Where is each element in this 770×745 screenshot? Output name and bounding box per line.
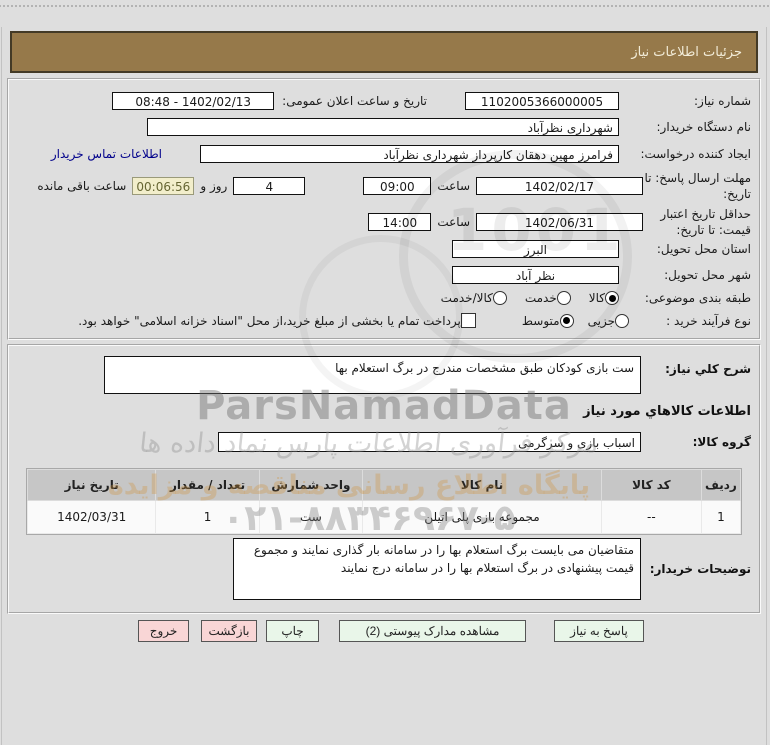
radio-goods-service-label: کالا/خدمت [441,291,494,305]
price-validity-hour-label: ساعت [438,215,471,230]
col-row-number: ردیف [701,469,743,501]
deadline-hour-field[interactable]: 09:00 [364,177,433,196]
view-attachments-button[interactable]: مشاهده مدارک پیوستی (2) [340,620,527,642]
goods-table: ردیف کد کالا نام کالا واحد شمارش تعداد /… [27,468,743,535]
city-label: شهر محل تحویل: [665,268,752,282]
cell-goods-name: مجموعه بازی پلی اتیلن [363,500,603,534]
top-dotted-divider [0,5,770,7]
deadline-days-field[interactable]: 4 [234,177,307,196]
col-goods-code: کد کالا [601,469,703,501]
price-validity-hour-field[interactable]: 14:00 [369,213,433,232]
radio-service[interactable] [557,291,572,305]
need-desc-label: شرح كلي نیاز: [666,362,752,376]
radio-goods-service[interactable] [493,291,508,305]
goods-table-row[interactable]: 1 -- مجموعه بازی پلی اتیلن ست 1 1402/03/… [27,500,743,534]
action-button-row: پاسخ به نیاز مشاهده مدارک پیوستی (2) چاپ… [130,620,645,642]
deadline-date-field[interactable]: 1402/02/17 [477,177,644,196]
buyer-org-label: نام دستگاه خریدار: [657,120,753,134]
back-button[interactable]: بازگشت [202,620,258,642]
buyer-contact-link[interactable]: اطلاعات تماس خریدار [52,147,163,161]
respond-button[interactable]: پاسخ به نیاز [555,620,645,642]
goods-group-field[interactable]: اسباب بازی و سرگرمی [219,432,642,452]
province-label: استان محل تحویل: [657,242,752,256]
page-title: جزئیات اطلاعات نیاز [632,44,743,60]
print-button[interactable]: چاپ [267,620,320,642]
radio-service-label: خدمت [525,291,558,305]
col-goods-name: نام کالا [363,469,603,501]
col-count-unit: واحد شمارش [259,469,365,501]
radio-minor[interactable] [616,313,630,328]
cell-quantity: 1 [156,500,261,534]
exit-button[interactable]: خروج [139,620,190,642]
col-need-date: تاریخ نیاز [27,469,158,501]
price-validity-label: حداقل تاریخ اعتبار قیمت: تا تاریخ: [661,207,752,238]
radio-medium-label: متوسط [522,313,561,328]
goods-panel: شرح كلي نیاز: ست بازی کودکان طبق مشخصات … [8,344,762,614]
cell-goods-code: -- [601,500,703,534]
process-type-label: نوع فرآیند خرید : [667,313,752,328]
buyer-notes-field[interactable]: متقاضیان می بایست برگ استعلام بها را در … [234,538,642,600]
countdown-label: ساعت باقی مانده [38,179,128,194]
goods-group-label: گروه کالا: [693,435,752,449]
treasury-checkbox[interactable] [461,313,477,328]
radio-medium[interactable] [560,313,575,328]
buyer-notes-label: توضیحات خریدار: [650,562,752,576]
price-validity-date-field[interactable]: 1402/06/31 [477,213,644,232]
goods-table-header-row: ردیف کد کالا نام کالا واحد شمارش تعداد /… [27,469,743,501]
deadline-days-label: روز و [201,179,229,194]
announce-field[interactable]: 08:48 - 1402/02/13 [113,92,276,110]
treasury-note: پرداخت تمام یا بخشی از مبلغ خرید،از محل … [79,313,462,328]
creator-label: ایجاد کننده درخواست: [641,147,752,161]
city-field[interactable]: نظر آباد [453,266,620,284]
cell-row-number: 1 [701,500,743,534]
deadline-label: مهلت ارسال پاسخ: تا تاریخ: [645,171,752,202]
radio-minor-label: جزیی [588,313,616,328]
need-number-field[interactable]: 1102005366000005 [466,92,620,110]
announce-label: تاریخ و ساعت اعلان عمومی: [283,94,428,108]
cell-count-unit: ست [259,500,365,534]
creator-field[interactable]: فرامرز مهین دهقان کارپرداز شهرداری نظرآب… [201,145,620,163]
countdown-timer: 00:06:56 [133,177,196,196]
buyer-org-field[interactable]: شهرداری نظرآباد [148,118,620,136]
page-title-bar: جزئیات اطلاعات نیاز [11,31,759,73]
radio-goods[interactable] [606,291,620,305]
need-info-panel: شماره نیاز: 1102005366000005 تاریخ و ساع… [8,78,762,340]
classification-label: طبقه بندی موضوعی: [645,291,752,305]
province-field[interactable]: البرز [453,240,620,258]
col-quantity: تعداد / مقدار [156,469,261,501]
radio-goods-label: کالا [589,291,606,305]
cell-need-date: 1402/03/31 [27,500,158,534]
goods-info-heading: اطلاعات کالاهاي مورد نیاز [584,404,752,419]
deadline-hour-label: ساعت [438,179,471,194]
need-number-label: شماره نیاز: [695,94,752,108]
need-desc-field[interactable]: ست بازی کودکان طبق مشخصات مندرج در برگ ا… [105,356,642,394]
